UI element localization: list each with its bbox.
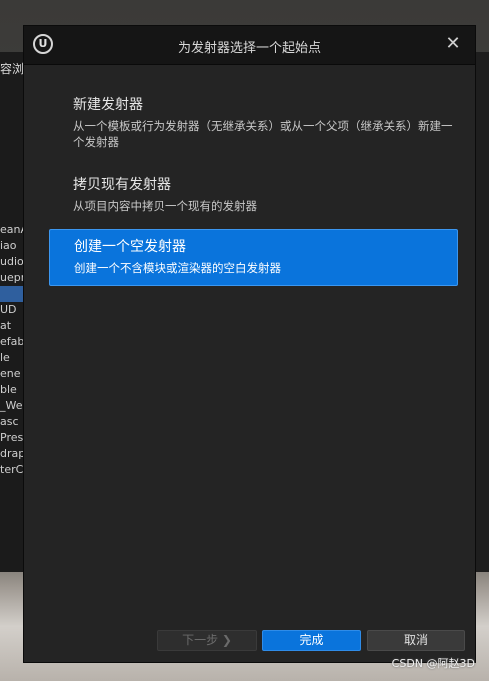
option-create-empty-emitter[interactable]: 创建一个空发射器 创建一个不含模块或渲染器的空白发射器	[49, 229, 458, 286]
option-description: 创建一个不含模块或渲染器的空白发射器	[74, 261, 281, 275]
option-description: 从一个模板或行为发射器（无继承关系）或从一个父项（继承关系）新建一个发射器	[73, 119, 453, 149]
option-title: 创建一个空发射器	[74, 239, 186, 255]
option-copy-existing-emitter[interactable]: 拷贝现有发射器 从项目内容中拷贝一个现有的发射器	[49, 168, 458, 218]
cancel-button[interactable]: 取消	[367, 630, 465, 651]
option-description: 从项目内容中拷贝一个现有的发射器	[73, 199, 257, 213]
dialog-titlebar: U 为发射器选择一个起始点 ✕	[24, 26, 475, 65]
finish-button[interactable]: 完成	[262, 630, 361, 651]
next-button[interactable]: 下一步 ❯	[157, 630, 257, 651]
dialog-title: 为发射器选择一个起始点	[177, 41, 321, 56]
emitter-start-dialog: U 为发射器选择一个起始点 ✕ 新建发射器 从一个模板或行为发射器（无继承关系）…	[23, 25, 476, 663]
option-new-emitter[interactable]: 新建发射器 从一个模板或行为发射器（无继承关系）或从一个父项（继承关系）新建一个…	[49, 88, 458, 152]
close-icon[interactable]: ✕	[443, 33, 463, 55]
option-title: 新建发射器	[73, 97, 143, 113]
option-title: 拷贝现有发射器	[73, 177, 171, 193]
watermark: CSDN @阿赵3D	[391, 657, 475, 670]
